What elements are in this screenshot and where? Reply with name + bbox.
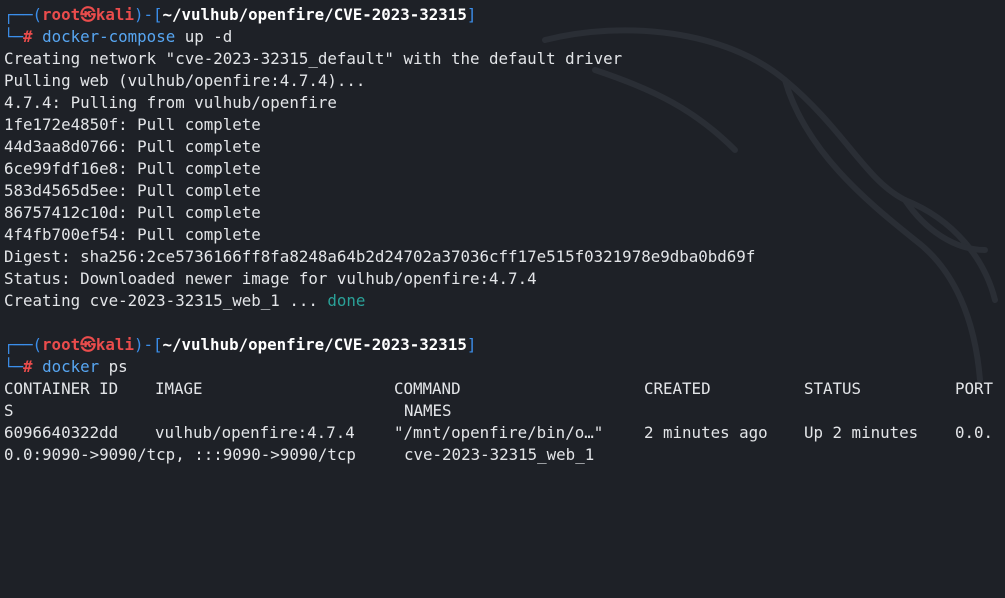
output-line: Creating network "cve-2023-32315_default… [4, 49, 623, 68]
container-created: 2 minutes ago [644, 423, 768, 442]
output-line: Pulling web (vulhub/openfire:4.7.4)... [4, 71, 366, 90]
prompt-top-line-2: ┌──(root㉿kali)-[~/vulhub/openfire/CVE-20… [4, 335, 477, 354]
output-line: 4.7.4: Pulling from vulhub/openfire [4, 93, 337, 112]
command-docker: docker [42, 357, 100, 376]
container-status: Up 2 minutes [804, 423, 919, 442]
header-created: CREATED [644, 379, 711, 398]
prompt-bottom-line-2: └─# docker ps [4, 357, 128, 376]
ps-data-wrap-row: 0.0:9090->9090/tcp, :::9090->9090/tcp cv… [4, 444, 1005, 466]
command-args: up -d [184, 27, 233, 46]
header-command: COMMAND [394, 379, 461, 398]
prompt-top-line-1: ┌──(root㉿kali)-[~/vulhub/openfire/CVE-20… [4, 5, 477, 24]
ps-data-row: 6096640322dd vulhub/openfire:4.7.4 "/mnt… [4, 422, 1005, 444]
output-line: 583d4565d5ee: Pull complete [4, 181, 261, 200]
command-docker-compose: docker-compose [42, 27, 176, 46]
container-ports-wrap: 0.0:9090->9090/tcp, :::9090->9090/tcp [4, 445, 356, 464]
ps-header-row: CONTAINER ID IMAGE COMMAND CREATED STATU… [4, 378, 1005, 400]
header-status: STATUS [804, 379, 862, 398]
header-container-id: CONTAINER ID [4, 379, 119, 398]
terminal-output: ┌──(root㉿kali)-[~/vulhub/openfire/CVE-20… [4, 4, 1005, 466]
container-id: 6096640322dd [4, 423, 119, 442]
container-names: cve-2023-32315_web_1 [404, 445, 595, 464]
header-ports: PORT [955, 379, 994, 398]
container-command: "/mnt/openfire/bin/o…" [394, 423, 604, 442]
header-ports-wrap: S [4, 401, 14, 420]
output-line: Digest: sha256:2ce5736166ff8fa8248a64b2d… [4, 247, 756, 266]
ps-header-wrap-row: S NAMES [4, 400, 1005, 422]
output-line: Status: Downloaded newer image for vulhu… [4, 269, 537, 288]
prompt-bottom-line-1: └─# docker-compose up -d [4, 27, 233, 46]
output-line: 4f4fb700ef54: Pull complete [4, 225, 261, 244]
creating-container-line: Creating cve-2023-32315_web_1 ... done [4, 291, 366, 310]
container-image: vulhub/openfire:4.7.4 [155, 423, 355, 442]
output-line: 86757412c10d: Pull complete [4, 203, 261, 222]
header-image: IMAGE [155, 379, 203, 398]
output-line: 6ce99fdf16e8: Pull complete [4, 159, 261, 178]
output-line: 44d3aa8d0766: Pull complete [4, 137, 261, 156]
output-line: 1fe172e4850f: Pull complete [4, 115, 261, 134]
done-status: done [327, 291, 366, 310]
command-args: ps [108, 357, 128, 376]
header-names: NAMES [404, 401, 452, 420]
container-ports: 0.0. [955, 423, 994, 442]
